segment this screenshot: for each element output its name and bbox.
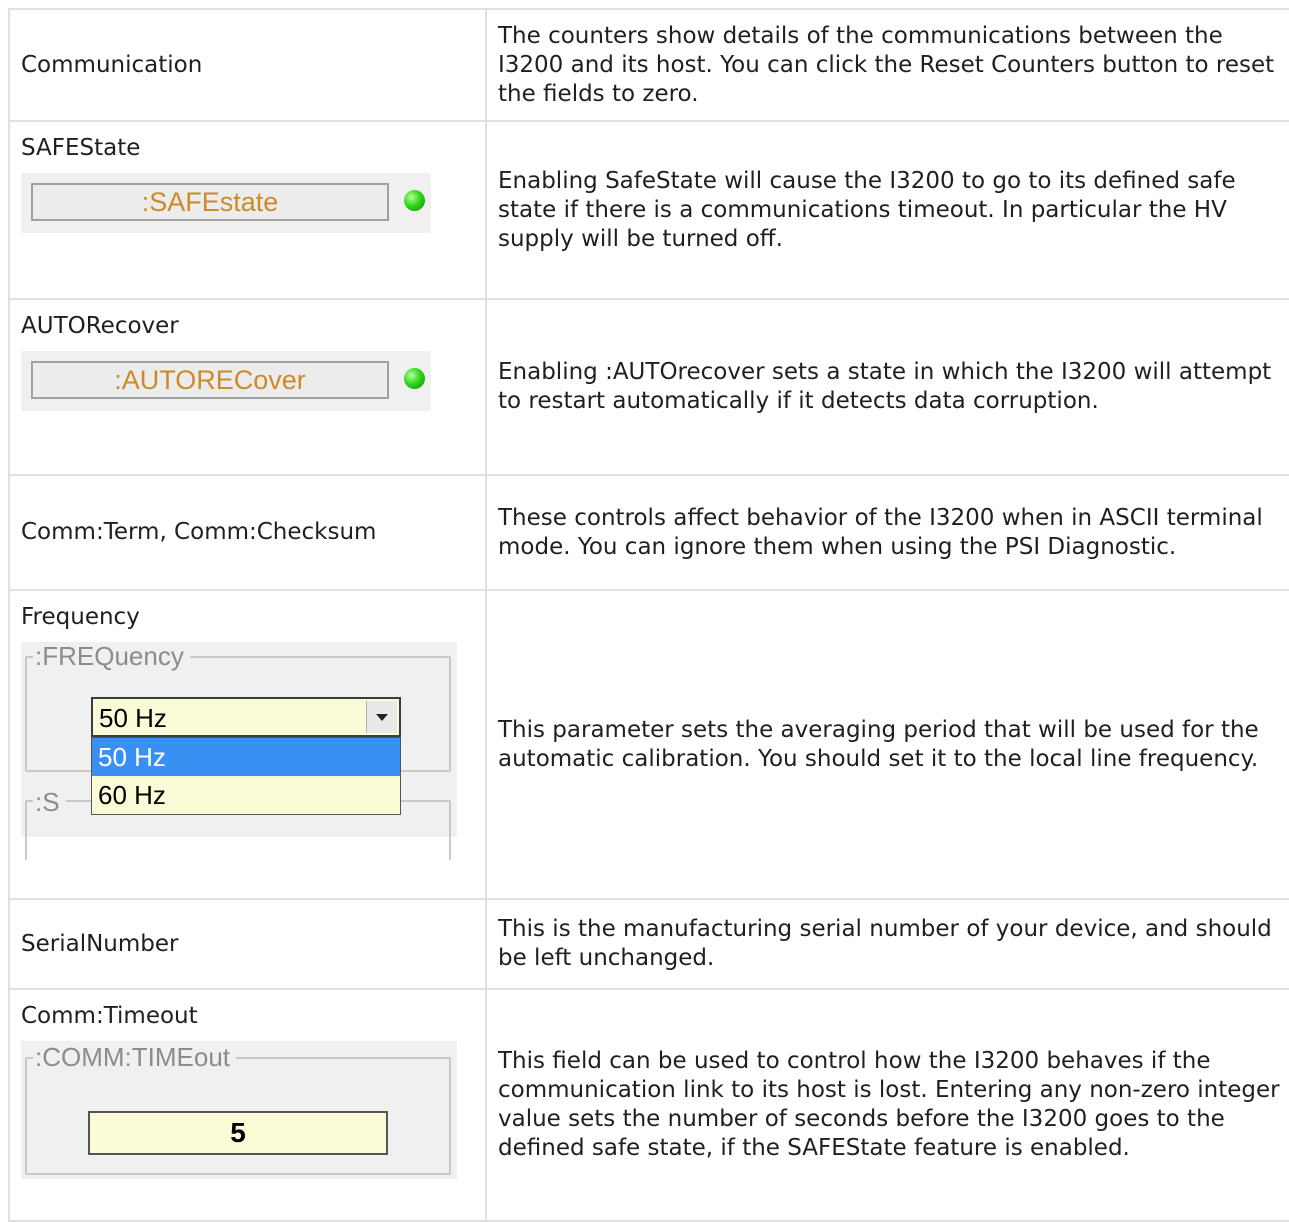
row-description: These controls affect behavior of the I3…: [498, 504, 1263, 560]
table-row-safestate: SAFEState :SAFEstate Enabling SafeState …: [8, 120, 1289, 300]
row-label: Communication: [21, 51, 203, 78]
frequency-option-60hz[interactable]: 60 Hz: [92, 776, 400, 814]
parameter-table: Communication The counters show details …: [8, 8, 1289, 1222]
timeout-group-title: :COMM:TIMEout: [33, 1043, 237, 1071]
frequency-selected-value: 50 Hz: [99, 703, 167, 733]
description-cell: Enabling :AUTOrecover sets a state in wh…: [485, 298, 1289, 476]
label-cell: SerialNumber: [8, 898, 487, 990]
label-cell: Comm:Term, Comm:Checksum: [8, 474, 487, 591]
safestate-button[interactable]: :SAFEstate: [31, 183, 389, 221]
row-description: Enabling :AUTOrecover sets a state in wh…: [498, 359, 1272, 414]
label-cell: Frequency :FREQuency :S 50 Hz 50 Hz 60 H…: [8, 589, 487, 900]
description-cell: These controls affect behavior of the I3…: [485, 474, 1289, 591]
safestate-control-screenshot: :SAFEstate: [21, 173, 431, 233]
frequency-dropdown: 50 Hz 60 Hz: [91, 737, 401, 815]
timeout-input[interactable]: 5: [88, 1111, 388, 1155]
description-cell: This is the manufacturing serial number …: [485, 898, 1289, 990]
row-description: This field can be used to control how th…: [498, 1048, 1280, 1161]
row-description: This is the manufacturing serial number …: [498, 916, 1272, 971]
row-label: Comm:Term, Comm:Checksum: [21, 519, 377, 545]
description-cell: This parameter sets the averaging period…: [485, 589, 1289, 900]
status-led-icon: [404, 190, 425, 211]
row-label: SerialNumber: [21, 930, 179, 957]
label-cell: Comm:Timeout :COMM:TIMEout 5: [8, 988, 487, 1222]
label-cell: SAFEState :SAFEstate: [8, 120, 487, 300]
timeout-control-screenshot: :COMM:TIMEout 5: [21, 1041, 457, 1179]
row-label: Comm:Timeout: [21, 1003, 198, 1029]
autorecover-control-screenshot: :AUTORECover: [21, 351, 431, 411]
table-row-autorecover: AUTORecover :AUTORECover Enabling :AUTOr…: [8, 298, 1289, 476]
frequency-group-title: :FREQuency: [33, 642, 190, 670]
row-label: AUTORecover: [21, 313, 179, 339]
row-label: SAFEState: [21, 135, 141, 161]
table-row-frequency: Frequency :FREQuency :S 50 Hz 50 Hz 60 H…: [8, 589, 1289, 900]
frequency-option-50hz[interactable]: 50 Hz: [92, 738, 400, 776]
frequency-control-screenshot: :FREQuency :S 50 Hz 50 Hz 60 Hz: [21, 642, 457, 860]
chevron-down-icon[interactable]: [366, 701, 397, 733]
description-cell: The counters show details of the communi…: [485, 8, 1289, 122]
status-led-icon: [404, 368, 425, 389]
row-description: This parameter sets the averaging period…: [498, 716, 1259, 772]
row-description: The counters show details of the communi…: [498, 22, 1275, 107]
label-cell: AUTORecover :AUTORECover: [8, 298, 487, 476]
autorecover-button[interactable]: :AUTORECover: [31, 361, 389, 399]
table-row-comm-term: Comm:Term, Comm:Checksum These controls …: [8, 474, 1289, 591]
table-row-serialnumber: SerialNumber This is the manufacturing s…: [8, 898, 1289, 990]
table-row-communication: Communication The counters show details …: [8, 8, 1289, 122]
next-group-title: :S: [33, 788, 66, 816]
description-cell: Enabling SafeState will cause the I3200 …: [485, 120, 1289, 300]
table-row-comm-timeout: Comm:Timeout :COMM:TIMEout 5 This field …: [8, 988, 1289, 1222]
row-description: Enabling SafeState will cause the I3200 …: [498, 167, 1236, 252]
description-cell: This field can be used to control how th…: [485, 988, 1289, 1222]
frequency-select[interactable]: 50 Hz: [91, 697, 401, 737]
label-cell: Communication: [8, 8, 487, 122]
row-label: Frequency: [21, 604, 140, 630]
